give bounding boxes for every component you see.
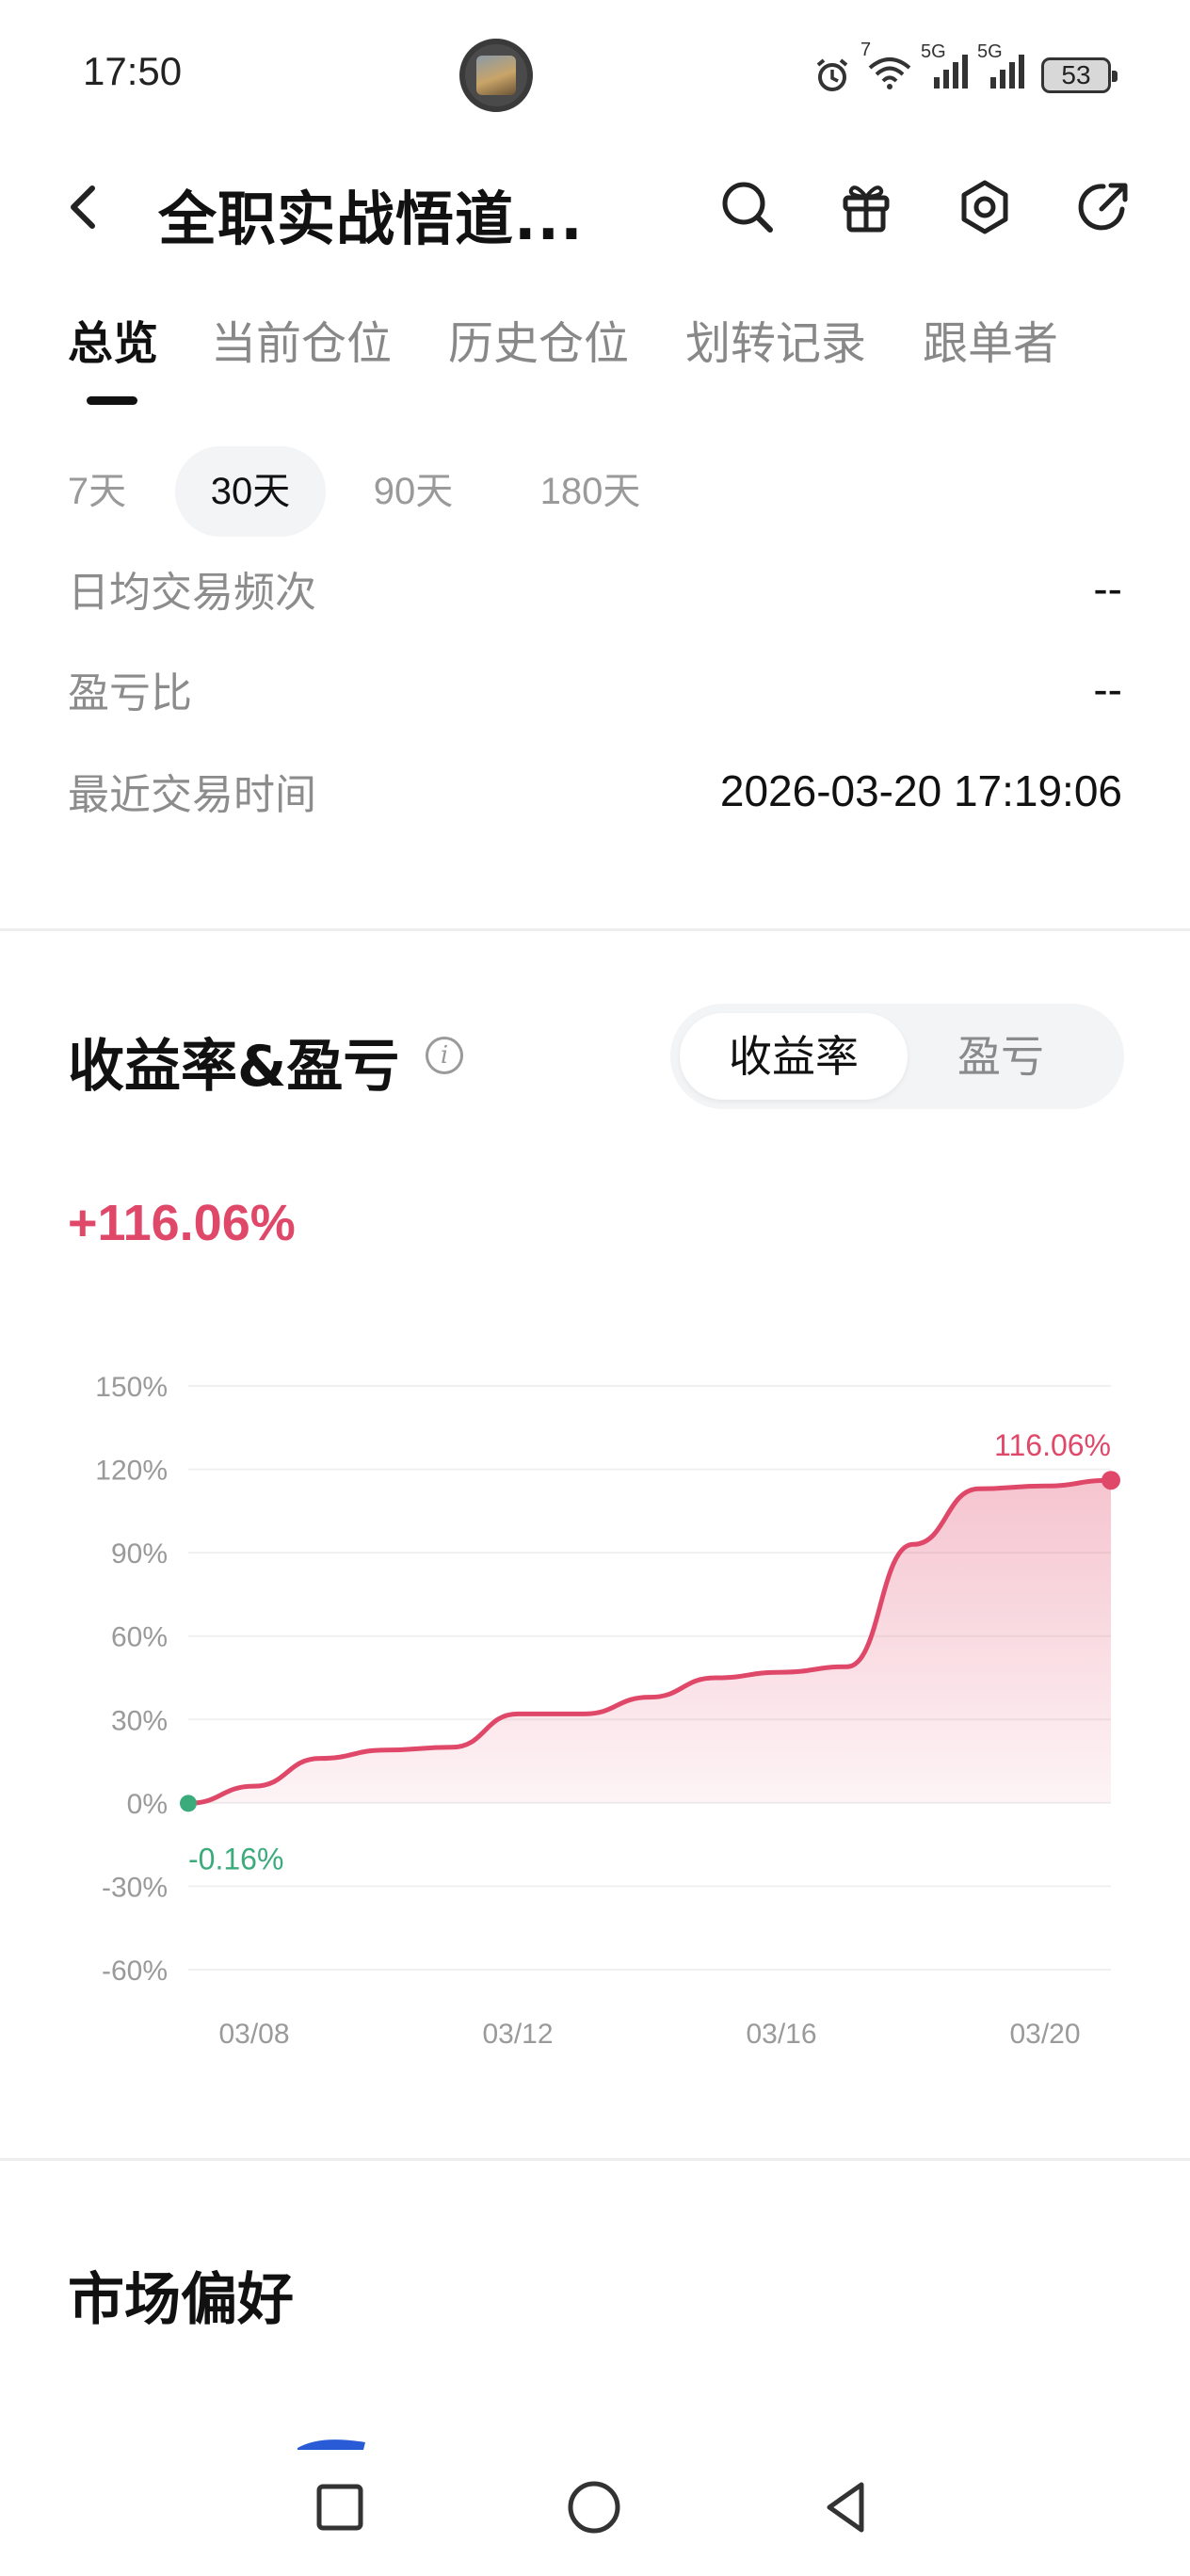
y-tick-label: 90% bbox=[111, 1538, 168, 1570]
tab-overview[interactable]: 总览 bbox=[68, 306, 158, 372]
home-icon bbox=[568, 2481, 620, 2534]
wifi-icon: 7 bbox=[860, 40, 915, 98]
search-icon bbox=[722, 182, 773, 233]
recent-apps-button[interactable] bbox=[298, 2465, 382, 2550]
tab-current-positions[interactable]: 当前仓位 bbox=[211, 306, 392, 372]
stat-daily-trades: 日均交易频次 -- bbox=[68, 555, 1122, 621]
return-rate-value: +116.06% bbox=[68, 1195, 296, 1251]
share-icon bbox=[1078, 183, 1128, 231]
back-button[interactable] bbox=[55, 177, 115, 237]
chart-area bbox=[188, 1480, 1111, 1804]
recent-apps-icon bbox=[316, 2484, 363, 2531]
section-divider bbox=[0, 2158, 1190, 2161]
y-tick-label: 60% bbox=[111, 1622, 168, 1653]
signal-5g-label: 5G bbox=[921, 41, 946, 62]
signal-icon: 5G bbox=[921, 41, 972, 98]
stat-label: 盈亏比 bbox=[68, 669, 192, 717]
chart-end-point bbox=[1102, 1471, 1120, 1490]
tab-history-positions[interactable]: 历史仓位 bbox=[448, 306, 629, 372]
stat-label: 日均交易频次 bbox=[68, 569, 316, 617]
y-tick-label: 120% bbox=[95, 1456, 168, 1487]
stat-last-trade-time: 最近交易时间 2026-03-20 17:19:06 bbox=[68, 758, 1122, 824]
x-tick-label: 03/08 bbox=[218, 2019, 289, 2050]
gift-button[interactable] bbox=[830, 171, 902, 243]
search-button[interactable] bbox=[712, 171, 783, 243]
x-tick-label: 03/20 bbox=[1009, 2019, 1080, 2050]
tab-indicator bbox=[87, 396, 137, 405]
stat-profit-loss-ratio: 盈亏比 -- bbox=[68, 656, 1122, 722]
home-button[interactable] bbox=[552, 2465, 636, 2550]
alarm-icon bbox=[816, 58, 848, 91]
toggle-pnl[interactable]: 盈亏 bbox=[887, 1013, 1115, 1100]
chart-end-label: 116.06% bbox=[994, 1428, 1111, 1462]
y-tick-label: 0% bbox=[127, 1789, 168, 1820]
period-90d[interactable]: 90天 bbox=[348, 446, 478, 537]
stat-label: 最近交易时间 bbox=[68, 771, 316, 819]
signal-5g-label: 5G bbox=[977, 41, 1003, 62]
share-button[interactable] bbox=[1068, 171, 1139, 243]
y-tick-label: 30% bbox=[111, 1705, 168, 1736]
tab-followers[interactable]: 跟单者 bbox=[923, 306, 1058, 372]
settings-icon bbox=[961, 180, 1008, 234]
page-title: 全职实战悟道... bbox=[158, 185, 584, 253]
x-tick-label: 03/16 bbox=[746, 2019, 816, 2050]
pnl-toggle: 收益率 盈亏 bbox=[670, 1004, 1124, 1109]
tab-transfer-records[interactable]: 划转记录 bbox=[685, 306, 866, 372]
x-tick-label: 03/12 bbox=[482, 2019, 553, 2050]
back-nav-icon bbox=[827, 2482, 864, 2533]
gift-icon bbox=[843, 185, 890, 233]
status-bar: 17:50 7 5G 5G 53 bbox=[0, 0, 1190, 151]
market-section-title: 市场偏好 bbox=[68, 2267, 294, 2333]
period-7d[interactable]: 7天 bbox=[45, 446, 149, 537]
period-30d[interactable]: 30天 bbox=[175, 446, 326, 537]
period-selector: 7天 30天 90天 180天 bbox=[0, 446, 1190, 540]
battery-level: 53 bbox=[1061, 60, 1091, 89]
back-icon bbox=[71, 185, 95, 229]
settings-button[interactable] bbox=[949, 171, 1021, 243]
stat-value: 2026-03-20 17:19:06 bbox=[719, 766, 1122, 815]
stat-value: -- bbox=[1093, 564, 1122, 613]
stat-value: -- bbox=[1093, 665, 1122, 714]
pnl-section-title: 收益率&盈亏 bbox=[68, 1034, 400, 1100]
section-divider bbox=[0, 928, 1190, 931]
status-icons: 7 5G 5G 53 bbox=[813, 40, 1118, 98]
wifi-badge: 7 bbox=[860, 40, 872, 60]
system-nav-bar bbox=[0, 2439, 1190, 2576]
tab-bar: 总览 当前仓位 历史仓位 划转记录 跟单者 bbox=[0, 306, 1190, 410]
status-time: 17:50 bbox=[83, 49, 183, 93]
toggle-return-rate[interactable]: 收益率 bbox=[680, 1013, 908, 1100]
y-tick-label: -60% bbox=[102, 1956, 168, 1987]
chart-start-point bbox=[180, 1795, 197, 1812]
y-tick-label: 150% bbox=[95, 1372, 168, 1403]
notification-avatar-icon bbox=[459, 39, 533, 112]
period-180d[interactable]: 180天 bbox=[516, 446, 665, 537]
return-rate-chart: 150% 120% 90% 60% 30% 0% -30% -60% 03/08 03/12 03… bbox=[95, 1372, 1120, 2050]
y-tick-label: -30% bbox=[102, 1872, 168, 1903]
back-nav-button[interactable] bbox=[806, 2465, 891, 2550]
app-header: 全职实战悟道... bbox=[0, 160, 1190, 254]
battery-icon: 53 bbox=[1041, 57, 1118, 93]
chart-start-label: -0.16% bbox=[188, 1842, 283, 1876]
info-icon[interactable]: i bbox=[426, 1037, 463, 1074]
signal-icon: 5G bbox=[977, 41, 1028, 98]
